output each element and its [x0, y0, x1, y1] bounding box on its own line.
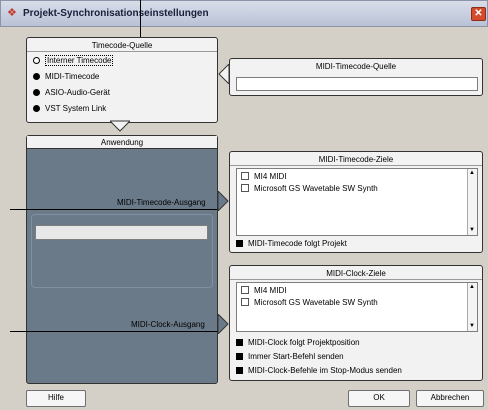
- midi-timecode-targets-list[interactable]: MI4 MIDI Microsoft GS Wavetable SW Synth…: [236, 168, 478, 236]
- pointer-triangle-right: [217, 191, 229, 211]
- list-item[interactable]: Microsoft GS Wavetable SW Synth: [241, 184, 378, 193]
- checkbox-checked-icon: [236, 339, 243, 346]
- checkbox-icon: [241, 298, 249, 306]
- scroll-up-icon[interactable]: ▲: [468, 283, 476, 292]
- midi-timecode-source-title: MIDI-Timecode-Quelle: [315, 62, 397, 71]
- pointer-triangle-right: [217, 314, 229, 334]
- checkbox-icon: [241, 172, 249, 180]
- midi-timecode-source-field[interactable]: [236, 77, 478, 91]
- radio-internal-timecode[interactable]: Interner Timecode: [33, 55, 114, 66]
- output-line-clock: [10, 331, 218, 332]
- application-title: Anwendung: [100, 138, 144, 147]
- midi-timecode-output-label: MIDI-Timecode-Ausgang: [117, 198, 206, 207]
- close-button[interactable]: ✕: [471, 7, 486, 21]
- help-button[interactable]: Hilfe: [26, 390, 86, 407]
- title-bar: ❖ Projekt-Synchronisationseinstellungen …: [0, 0, 488, 27]
- checkbox-send-in-stop-mode[interactable]: MIDI-Clock-Befehle im Stop-Modus senden: [236, 366, 402, 375]
- scrollbar[interactable]: ▲ ▼: [467, 169, 477, 235]
- midi-clock-targets-title: MIDI-Clock-Ziele: [326, 269, 386, 278]
- midi-timecode-output-field[interactable]: [35, 225, 208, 240]
- radio-asio-audio-device[interactable]: ASIO-Audio-Gerät: [33, 88, 110, 97]
- checkbox-clock-follows-position[interactable]: MIDI-Clock folgt Projektposition: [236, 338, 360, 347]
- list-item[interactable]: Microsoft GS Wavetable SW Synth: [241, 298, 378, 307]
- ok-button[interactable]: OK: [348, 390, 410, 407]
- midi-timecode-source-panel: MIDI-Timecode-Quelle: [229, 58, 483, 96]
- radio-vst-system-link[interactable]: VST System Link: [33, 104, 106, 113]
- cancel-button[interactable]: Abbrechen: [416, 390, 484, 407]
- list-item[interactable]: MI4 MIDI: [241, 172, 286, 181]
- radio-icon: [33, 73, 40, 80]
- midi-clock-output-label: MIDI-Clock-Ausgang: [131, 320, 205, 329]
- pointer-triangle-down: [110, 120, 130, 132]
- radio-icon: [33, 105, 40, 112]
- checkbox-always-send-start[interactable]: Immer Start-Befehl senden: [236, 352, 344, 361]
- midi-clock-targets-panel: MIDI-Clock-Ziele MI4 MIDI Microsoft GS W…: [229, 265, 483, 381]
- timecode-source-title: Timecode-Quelle: [91, 41, 153, 50]
- checkbox-icon: [241, 286, 249, 294]
- midi-clock-targets-list[interactable]: MI4 MIDI Microsoft GS Wavetable SW Synth…: [236, 282, 478, 332]
- scrollbar[interactable]: ▲ ▼: [467, 283, 477, 331]
- window-title: Projekt-Synchronisationseinstellungen: [23, 8, 209, 19]
- scroll-down-icon[interactable]: ▼: [468, 322, 476, 331]
- checkbox-checked-icon: [236, 367, 243, 374]
- list-item[interactable]: MI4 MIDI: [241, 286, 286, 295]
- timecode-source-panel: Timecode-Quelle Interner Timecode MIDI-T…: [26, 37, 218, 123]
- checkbox-checked-icon: [236, 240, 243, 247]
- application-panel: Anwendung: [26, 135, 218, 384]
- radio-selected-icon: [33, 57, 40, 64]
- radio-icon: [33, 89, 40, 96]
- midi-timecode-targets-panel: MIDI-Timecode-Ziele MI4 MIDI Microsoft G…: [229, 151, 483, 253]
- scroll-down-icon[interactable]: ▼: [468, 226, 476, 235]
- checkbox-checked-icon: [236, 353, 243, 360]
- checkbox-timecode-follows-project[interactable]: MIDI-Timecode folgt Projekt: [236, 239, 347, 248]
- scroll-up-icon[interactable]: ▲: [468, 169, 476, 178]
- output-line-timecode: [10, 209, 218, 210]
- inner-frame: [31, 214, 213, 288]
- app-icon: ❖: [7, 7, 17, 19]
- checkbox-icon: [241, 184, 249, 192]
- radio-midi-timecode[interactable]: MIDI-Timecode: [33, 72, 99, 81]
- midi-timecode-targets-title: MIDI-Timecode-Ziele: [318, 155, 394, 164]
